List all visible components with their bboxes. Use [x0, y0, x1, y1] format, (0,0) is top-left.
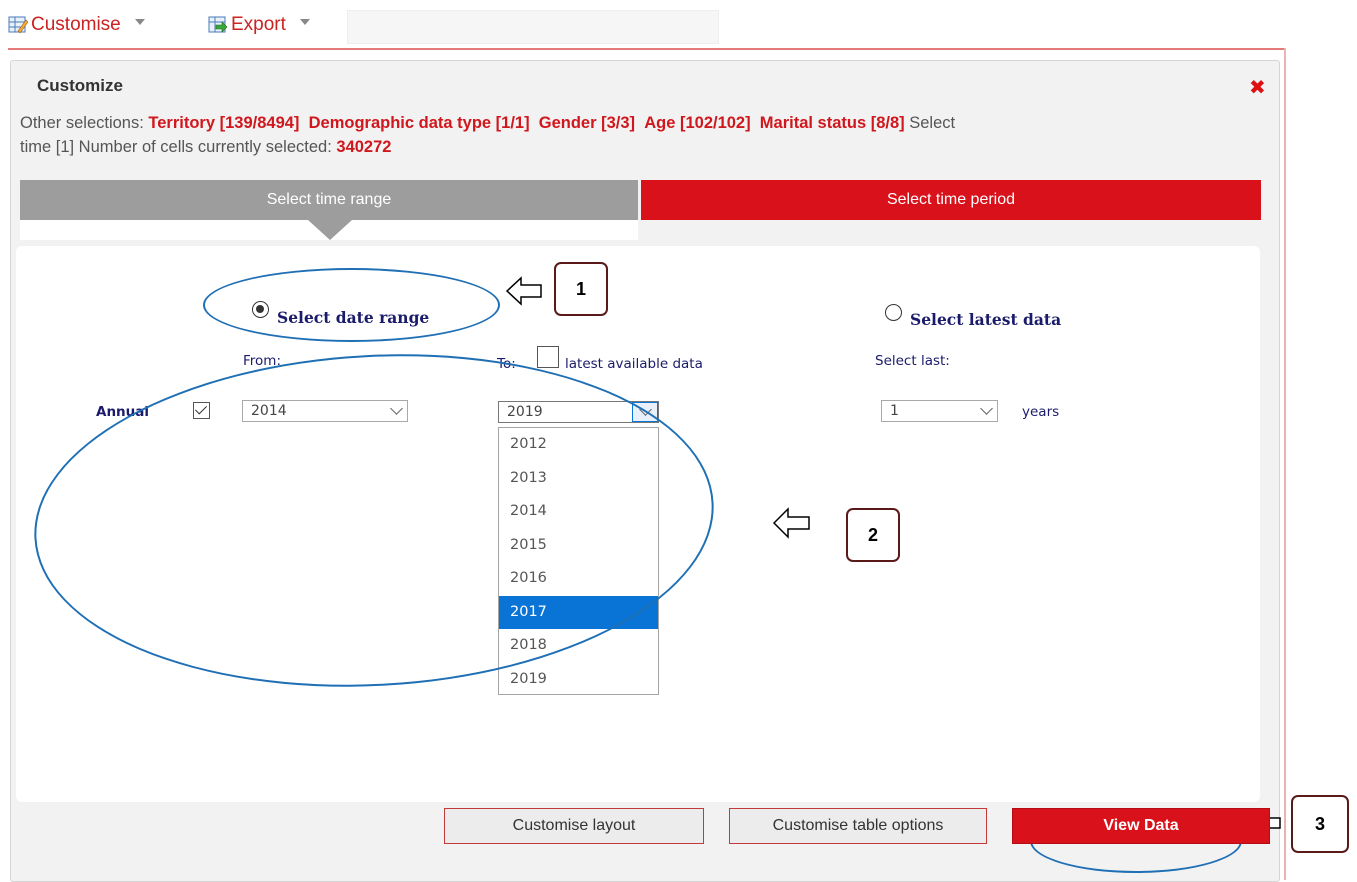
customise-layout-label: Customise layout: [512, 817, 636, 834]
latest-available-label: latest available data: [565, 356, 703, 372]
select-last-label: Select last:: [875, 353, 950, 369]
export-icon: [208, 16, 228, 33]
territory-selection[interactable]: Territory [139/8494]: [148, 114, 299, 132]
customise-table-options-button[interactable]: Customise table options: [729, 808, 987, 844]
latest-data-radio[interactable]: [885, 304, 902, 321]
tab-period-label: Select time period: [886, 191, 1016, 208]
customise-icon: [8, 16, 28, 34]
customise-table-label: Customise table options: [772, 817, 944, 834]
latest-data-label: Select latest data: [910, 310, 1062, 329]
age-selection[interactable]: Age [102/102]: [644, 114, 750, 132]
select-word: Select: [909, 114, 956, 132]
selections-prefix: Other selections:: [20, 114, 144, 132]
selections-summary: Other selections: Territory [139/8494] D…: [20, 113, 1270, 134]
cells-count: 340272: [336, 138, 392, 156]
to-year-option[interactable]: 2019: [499, 663, 658, 696]
left-arrow-icon: [772, 507, 810, 539]
callout-number-2: 2: [846, 508, 900, 562]
customise-menu[interactable]: Customise: [8, 14, 145, 36]
export-menu-label: Export: [231, 14, 286, 35]
tab-select-time-period[interactable]: Select time period: [641, 180, 1261, 220]
selections-summary-line2: time [1] Number of cells currently selec…: [20, 137, 1270, 158]
export-menu[interactable]: Export: [208, 14, 310, 36]
years-label: years: [1022, 404, 1060, 420]
last-count-select[interactable]: 1: [881, 400, 998, 422]
gender-selection[interactable]: Gender [3/3]: [539, 114, 635, 132]
latest-available-checkbox[interactable]: [537, 346, 559, 368]
view-data-button[interactable]: View Data: [1012, 808, 1270, 844]
callout-number-1: 1: [554, 262, 608, 316]
chevron-down-icon: [980, 402, 993, 415]
chevron-down-icon: [299, 19, 310, 25]
callout-ellipse-1: [203, 268, 500, 342]
callout-number-3: 3: [1291, 795, 1349, 853]
customise-layout-button[interactable]: Customise layout: [444, 808, 704, 844]
dialog-title: Customize: [37, 76, 123, 95]
view-data-label: View Data: [1103, 817, 1179, 834]
demographic-selection[interactable]: Demographic data type [1/1]: [309, 114, 530, 132]
chevron-down-icon: [134, 19, 145, 25]
close-icon[interactable]: ✖: [1249, 75, 1266, 100]
left-arrow-icon: [505, 276, 542, 306]
time-summary: time [1] Number of cells currently selec…: [20, 138, 332, 156]
page-edge-divider: [1284, 48, 1286, 880]
customise-menu-label: Customise: [31, 14, 121, 35]
marital-selection[interactable]: Marital status [8/8]: [760, 114, 905, 132]
tab-select-time-range[interactable]: Select time range: [20, 180, 638, 220]
toolbar-divider: [8, 48, 1285, 50]
toolbar-blank-field: [347, 10, 719, 44]
tab-range-label: Select time range: [266, 191, 392, 208]
last-count-value: 1: [890, 403, 899, 419]
active-tab-pointer: [308, 220, 352, 240]
